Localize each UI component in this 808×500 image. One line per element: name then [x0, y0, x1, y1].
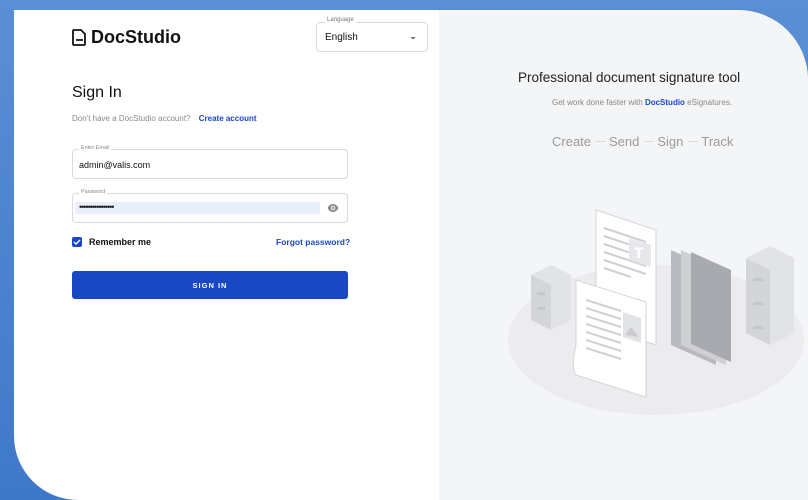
promo-subtitle-suffix: eSignatures. — [684, 98, 733, 107]
promo-subtitle-brand: DocStudio — [644, 98, 685, 107]
login-card: DocStudio Language English Sign In Don't… — [14, 10, 808, 500]
document-icon — [72, 29, 86, 46]
promo-subtitle: Get work done faster with DocStudio eSig… — [552, 98, 732, 107]
sign-in-button[interactable]: SIGN IN — [72, 271, 348, 299]
documents-illustration: T — [508, 209, 804, 415]
brand-logo: DocStudio — [72, 27, 181, 48]
step-separator: ······ — [643, 137, 654, 146]
remember-checkbox[interactable] — [72, 237, 82, 247]
email-input[interactable] — [79, 159, 329, 171]
step-sign: Sign — [657, 134, 684, 149]
password-label: Password — [79, 189, 108, 195]
eye-icon[interactable] — [327, 203, 339, 213]
language-value: English — [325, 32, 358, 43]
step-track: Track — [701, 134, 734, 149]
remember-me[interactable]: Remember me — [72, 237, 151, 247]
step-send: Send — [609, 134, 640, 149]
step-create: Create — [552, 134, 592, 149]
password-input[interactable]: •••••••••••••••• — [79, 202, 114, 212]
chevron-down-icon — [410, 37, 416, 40]
no-account-text: Don't have a DocStudio account? Create a… — [72, 114, 257, 123]
step-separator: ······ — [595, 137, 606, 146]
page-title: Sign In — [72, 84, 122, 101]
no-account-label: Don't have a DocStudio account? — [72, 114, 191, 123]
step-separator: ······ — [687, 137, 698, 146]
language-label: Language — [325, 17, 356, 23]
promo-title: Professional document signature tool — [518, 70, 741, 85]
password-field[interactable]: Password •••••••••••••••• — [72, 189, 348, 223]
check-icon — [73, 239, 81, 245]
svg-text:T: T — [634, 246, 644, 262]
create-account-link[interactable]: Create account — [199, 114, 257, 123]
workflow-steps: Create ······ Send ······ Sign ······ Tr… — [552, 134, 733, 149]
brand-name: DocStudio — [91, 27, 181, 47]
email-label: Enter Email — [79, 145, 112, 151]
remember-label: Remember me — [89, 237, 152, 247]
promo-panel: Professional document signature tool Get… — [439, 10, 808, 500]
email-field[interactable]: Enter Email — [72, 145, 348, 179]
promo-subtitle-prefix: Get work done faster with — [552, 98, 645, 107]
forgot-password-link[interactable]: Forgot password? — [276, 237, 350, 247]
language-select[interactable]: Language English — [316, 17, 428, 52]
